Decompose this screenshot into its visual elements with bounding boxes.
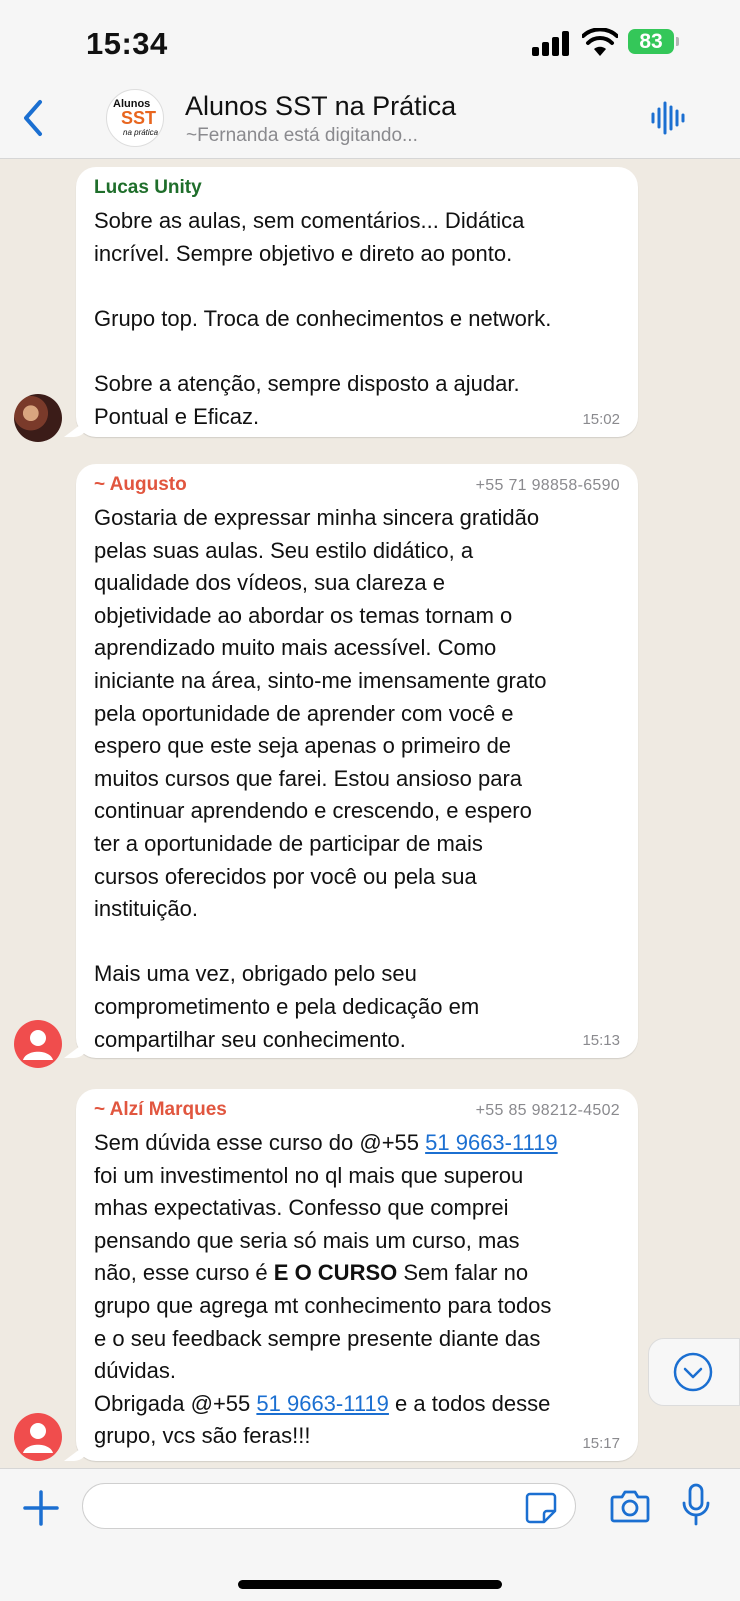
group-avatar[interactable]: Alunos SST na prática [106,89,164,147]
chevron-left-icon[interactable] [18,98,48,138]
cellular-signal-icon [532,30,572,56]
plus-icon[interactable] [22,1489,60,1527]
wifi-icon [582,28,618,56]
chat-header: Alunos SST na prática Alunos SST na Prát… [0,84,740,159]
message-bubble[interactable]: Lucas Unity Sobre as aulas, sem comentár… [76,167,638,437]
microphone-icon[interactable] [680,1483,712,1527]
chat-title[interactable]: Alunos SST na Prática [185,91,456,122]
message-bubble[interactable]: ~ Alzí Marques +55 85 98212-4502 Sem dúv… [76,1089,638,1461]
voice-waveform-icon[interactable] [650,100,686,136]
message-sender[interactable]: Lucas Unity [94,177,202,199]
sticker-icon[interactable] [524,1491,558,1525]
message-text: Sobre as aulas, sem comentários... Didát… [94,208,552,429]
sender-phone: +55 71 98858-6590 [475,477,620,494]
camera-icon[interactable] [610,1487,650,1525]
message-time: 15:17 [582,1435,620,1452]
status-bar: 15:34 83 [0,0,740,84]
message-composer [0,1468,740,1601]
scroll-to-bottom-button[interactable] [648,1338,740,1406]
message-time: 15:13 [582,1032,620,1049]
default-avatar-icon[interactable] [14,1020,62,1068]
phone-mention-link[interactable]: 51 9663-1119 [425,1130,558,1155]
group-avatar-text: SST [121,108,157,128]
sender-phone: +55 85 98212-4502 [475,1102,620,1119]
message-input[interactable] [82,1483,576,1529]
chevron-down-icon [673,1352,713,1392]
battery-indicator: 83 [628,29,679,54]
chat-messages[interactable]: Lucas Unity Sobre as aulas, sem comentár… [0,158,740,1468]
message-sender[interactable]: ~ Alzí Marques [94,1099,227,1121]
typing-indicator: ~Fernanda está digitando... [186,125,418,146]
message-text: Sem dúvida esse curso do @+55 51 9663-11… [94,1127,624,1453]
home-indicator[interactable] [238,1580,502,1589]
sender-avatar[interactable] [14,394,62,442]
message-text-part: Sem dúvida esse curso do @+55 [94,1130,426,1155]
group-avatar-text: na prática [123,128,159,137]
default-avatar-icon[interactable] [14,1413,62,1461]
message-text: Gostaria de expressar minha sincera grat… [94,505,547,1052]
message-time: 15:02 [582,411,620,428]
message-sender[interactable]: ~ Augusto [94,474,187,496]
message-bubble[interactable]: ~ Augusto +55 71 98858-6590 Gostaria de … [76,464,638,1058]
phone-mention-link[interactable]: 51 9663-1119 [256,1391,389,1416]
status-time: 15:34 [86,26,168,61]
message-bold-text: E O CURSO [273,1260,398,1286]
